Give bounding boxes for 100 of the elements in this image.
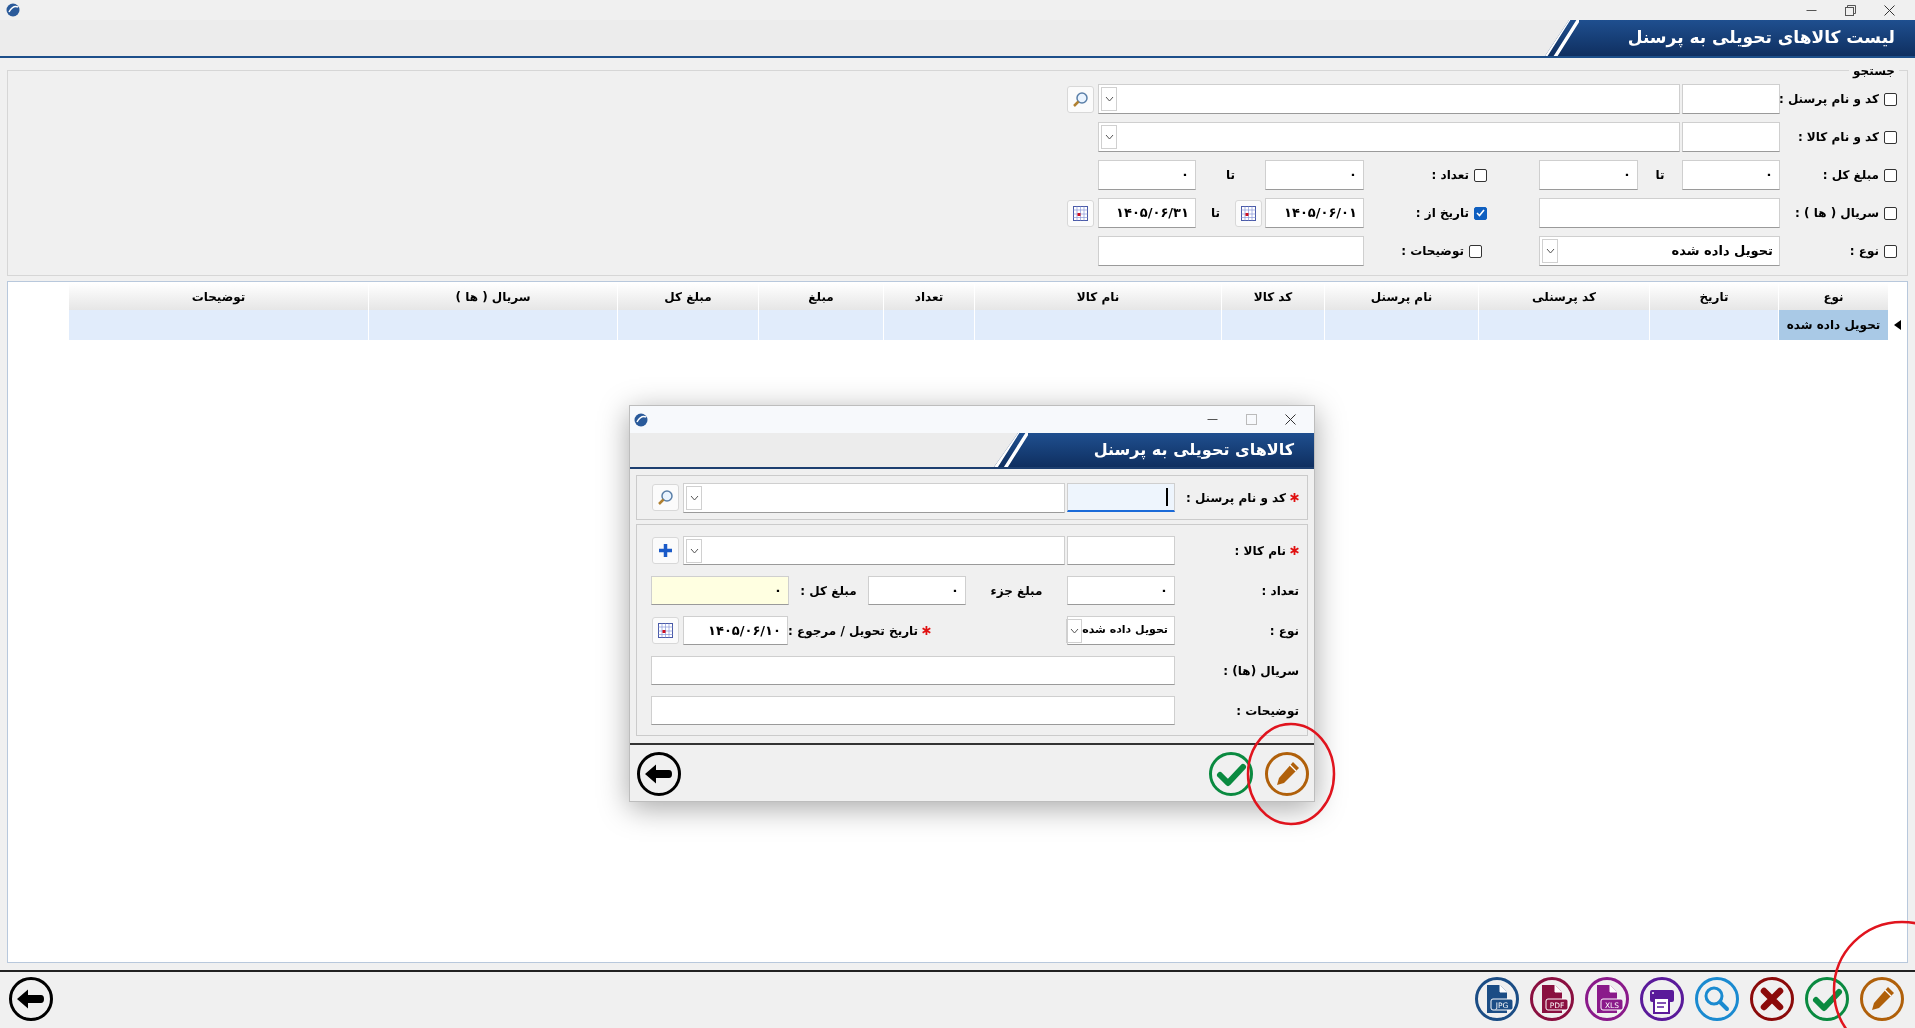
maximize-icon [1246,414,1257,425]
table-row[interactable]: تحویل داده شده [68,310,1888,340]
field-label: تاریخ تحویل / مرجوع : [788,622,919,640]
checkbox[interactable] [1884,168,1897,182]
checkbox[interactable] [1469,244,1482,258]
back-button[interactable] [8,976,54,1022]
code-field[interactable] [1682,122,1780,152]
column-header: کد کالا [1221,283,1324,310]
serials-field[interactable] [1539,198,1780,228]
chevron-down-icon [1104,134,1114,140]
checkmark-icon [1476,209,1485,217]
field-label: نوع : [1269,622,1299,640]
item-dropdown[interactable] [683,536,1065,565]
chevron-down-icon [1069,627,1079,634]
row-pointer-icon [1894,320,1901,330]
calendar-icon [1240,204,1257,222]
add-button[interactable] [652,537,679,564]
column-header: مبلغ [758,283,883,310]
range-label: تا [1211,205,1220,222]
notes-field[interactable] [1098,236,1364,266]
column-header: نام پرسنل [1324,283,1478,310]
count-from-field[interactable]: ۰ [1265,160,1364,190]
chevron-down-icon [1545,248,1555,254]
column-header: کد پرسنلی [1478,283,1649,310]
text-cursor [1166,488,1168,506]
filter-label: کد و نام کالا : [1797,129,1879,146]
column-header: نوع [1778,283,1888,310]
column-header: مبلغ کل [617,283,758,310]
filter-label: نوع : [1849,243,1879,260]
filter-label: سریال ( ها ) : [1795,205,1879,222]
app-icon [634,412,648,427]
checkbox[interactable] [1474,206,1487,220]
range-label: تا [1655,167,1665,184]
amount-to-field[interactable]: ۰ [1539,160,1638,190]
code-field[interactable] [1067,536,1175,565]
count-field[interactable]: ۰ [1067,576,1175,605]
calendar-icon [1072,204,1089,222]
date-field[interactable]: ۱۴۰۵/۰۶/۱۰ [683,616,788,645]
code-field[interactable] [1067,483,1175,512]
chevron-down-icon [689,494,699,501]
column-header: تاریخ [1649,283,1778,310]
stripes-decoration [1545,19,1579,57]
notes-field[interactable] [651,696,1175,725]
window-title: کالاهای تحویلی به پرسنل [1093,439,1294,462]
field-label: سریال (ها) : [1223,662,1299,680]
print-button[interactable] [1639,976,1685,1022]
type-dropdown[interactable]: تحویل داده شده [1539,236,1780,266]
column-header: تعداد [883,283,974,310]
total-field[interactable]: ۰ [651,576,789,605]
close-icon [1884,4,1895,16]
column-header: نام کالا [974,283,1221,310]
code-field[interactable] [1682,84,1780,114]
serials-field[interactable] [651,656,1175,685]
filter-label: کد و نام پرسنل : [1778,91,1879,108]
type-dropdown[interactable]: تحویل داده شده [1067,616,1175,645]
filter-label: مبلغ کل : [1822,167,1879,184]
column-header: سریال ( ها ) [368,283,617,310]
column-header: توضیحات [68,283,368,310]
field-label: توضیحات : [1236,702,1299,720]
date-from-field[interactable]: ۱۴۰۵/۰۶/۰۱ [1265,198,1364,228]
confirm-button[interactable] [1804,976,1850,1022]
edit-button[interactable] [1859,976,1905,1022]
personnel-dropdown[interactable] [683,482,1065,513]
range-label: تا [1226,167,1235,184]
calendar-button[interactable] [1067,199,1094,227]
checkbox[interactable] [1474,168,1487,182]
checkbox[interactable] [1884,130,1897,144]
unit-price-field[interactable]: ۰ [868,576,966,605]
calendar-button[interactable] [652,617,679,644]
date-to-field[interactable]: ۱۴۰۵/۰۶/۳۱ [1098,198,1196,228]
table-cell[interactable]: تحویل داده شده [1778,310,1888,340]
field-label: مبلغ جزء [990,582,1043,600]
personnel-dropdown[interactable] [1098,84,1680,114]
filter-label: تاریخ از : [1415,205,1469,222]
close-icon [1285,414,1296,425]
item-dropdown[interactable] [1098,122,1680,152]
count-to-field[interactable]: ۰ [1098,160,1196,190]
checkbox[interactable] [1884,206,1897,220]
checkbox[interactable] [1884,244,1897,258]
maximize-icon [1845,4,1856,16]
calendar-button[interactable] [1235,199,1262,227]
search-icon [1072,90,1089,108]
calendar-icon [657,622,674,639]
cancel-button[interactable] [1749,976,1795,1022]
field-label: مبلغ کل : [800,582,857,600]
chevron-down-icon [1104,96,1114,102]
field-label: تعداد : [1261,582,1299,600]
checkbox[interactable] [1884,92,1897,106]
back-button[interactable] [636,751,682,797]
chevron-down-icon [689,547,699,554]
window-title: لیست کالاهای تحویلی به پرسنل [1627,26,1895,50]
plus-icon [657,542,674,559]
confirm-button[interactable] [1208,751,1254,797]
search-button[interactable] [1694,976,1740,1022]
field-label: نام کالا : [1234,542,1286,560]
edit-button[interactable] [1264,751,1310,797]
filter-label: توضیحات : [1401,243,1464,260]
filter-label: تعداد : [1431,167,1469,184]
search-icon [657,489,674,506]
amount-from-field[interactable]: ۰ [1682,160,1780,190]
